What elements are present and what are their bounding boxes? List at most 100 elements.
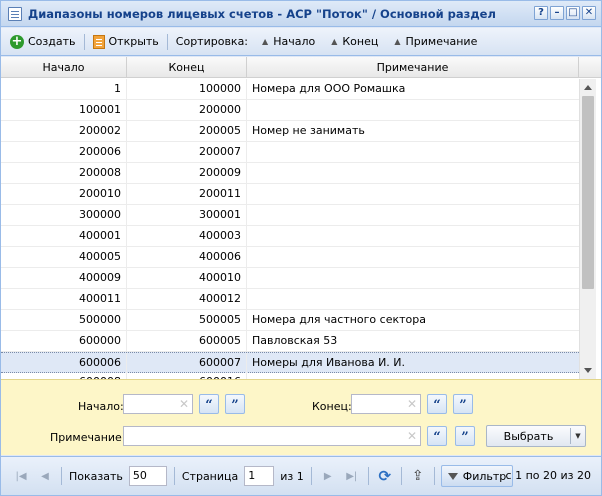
cell-start: 400001 — [1, 226, 127, 246]
cell-start: 400011 — [1, 289, 127, 309]
refresh-icon[interactable]: ⟳ — [377, 467, 393, 485]
select-button[interactable]: Выбрать ▼ — [486, 425, 586, 447]
cell-note — [247, 372, 579, 379]
column-header-start[interactable]: Начало — [1, 57, 127, 78]
last-page-icon[interactable]: ▶| — [344, 468, 360, 484]
sort-label: Сортировка: — [172, 31, 252, 53]
filter-start-input[interactable]: ✕ — [123, 394, 193, 414]
cell-start: 200010 — [1, 184, 127, 204]
export-icon[interactable]: ⇪ — [410, 468, 426, 484]
cell-end: 400003 — [127, 226, 247, 246]
sort-note-label: Примечание — [405, 35, 478, 48]
cell-end: 500005 — [127, 310, 247, 330]
vertical-scrollbar[interactable] — [579, 79, 596, 379]
clear-icon[interactable]: ✕ — [407, 398, 417, 410]
filter-toggle-label: Фильтр — [462, 469, 507, 483]
cell-note — [247, 142, 579, 162]
cell-end: 200005 — [127, 121, 247, 141]
filter-start-label: Начало: — [78, 400, 124, 413]
window: Диапазоны номеров лицевых счетов - АСР "… — [0, 0, 602, 496]
quote-close-button[interactable]: ” — [453, 394, 473, 414]
cell-note — [247, 163, 579, 183]
open-button[interactable]: Открыть — [89, 31, 163, 53]
next-page-icon[interactable]: ▶ — [320, 468, 336, 484]
select-label: Выбрать — [503, 429, 554, 443]
table-row[interactable]: 300000 300001 — [1, 205, 579, 226]
quote-close-button[interactable]: ” — [455, 426, 475, 446]
filter-note-input[interactable]: ✕ — [123, 426, 421, 446]
table-row[interactable]: 200006 200007 — [1, 142, 579, 163]
first-page-icon[interactable]: |◀ — [13, 468, 29, 484]
cell-note: Номер не занимать — [252, 124, 365, 137]
filter-end-label: Конец: — [312, 400, 352, 413]
table-row[interactable]: 400001 400003 — [1, 226, 579, 247]
table-row[interactable]: 600006 600007 Номеры для Иванова И. И. — [1, 352, 579, 373]
cell-end: 200011 — [127, 184, 247, 204]
table-row[interactable]: 200010 200011 — [1, 184, 579, 205]
page-count: из 1 — [280, 469, 304, 483]
cell-note: Номера для частного сектора — [252, 313, 426, 326]
clear-icon[interactable]: ✕ — [407, 430, 417, 442]
prev-page-icon[interactable]: ◀ — [37, 468, 53, 484]
scroll-up-icon[interactable] — [584, 85, 592, 90]
sort-label-text: Сортировка: — [175, 35, 249, 48]
create-label: Создать — [28, 35, 76, 48]
cell-end: 400012 — [127, 289, 247, 309]
grid-body: 1 100000 Номера для ООО Ромашка 100001 20000… — [1, 79, 579, 379]
quote-close-button[interactable]: ” — [225, 394, 245, 414]
table-row[interactable]: 400011 400012 — [1, 289, 579, 310]
cell-note — [247, 226, 579, 246]
pager-separator — [61, 467, 62, 485]
cell-start: 600000 — [1, 331, 127, 351]
cell-start: 400005 — [1, 247, 127, 267]
help-button[interactable]: ? — [534, 6, 548, 20]
show-label: Показать — [69, 469, 123, 483]
quote-open-button[interactable]: “ — [199, 394, 219, 414]
table-row[interactable]: 500000 500005 Номера для частного сектора — [1, 310, 579, 331]
filter-end-input[interactable]: ✕ — [351, 394, 421, 414]
table-row[interactable]: 1 100000 Номера для ООО Ромашка — [1, 79, 579, 100]
pager-separator — [433, 467, 435, 485]
filter-toggle-button[interactable]: Фильтр — [440, 465, 514, 487]
table-row[interactable]: 600000 600005 Павловская 53 — [1, 331, 579, 352]
table-row[interactable]: 200002 200005 Номер не занимать — [1, 121, 579, 142]
sort-by-start-button[interactable]: ▲ Начало — [258, 31, 319, 53]
table-row[interactable]: 100001 200000 — [1, 100, 579, 121]
table-row[interactable]: 600008600016 — [1, 372, 579, 379]
minimize-button[interactable]: – — [550, 6, 564, 20]
quote-open-button[interactable]: “ — [427, 394, 447, 414]
paging-summary: с 1 по 20 из 20 — [505, 469, 591, 482]
sort-by-note-button[interactable]: ▲ Примечание — [390, 31, 481, 53]
quote-open-button[interactable]: “ — [427, 426, 447, 446]
close-button[interactable]: ✕ — [582, 6, 596, 20]
page-size-input[interactable]: 50 — [128, 466, 167, 486]
cell-note — [247, 100, 579, 120]
sort-start-label: Начало — [273, 35, 316, 48]
clear-icon[interactable]: ✕ — [179, 398, 189, 410]
table-row[interactable]: 400005 400006 — [1, 247, 579, 268]
chevron-down-icon[interactable]: ▼ — [571, 432, 585, 440]
open-label: Открыть — [108, 35, 159, 48]
page-number-input[interactable]: 1 — [244, 466, 275, 486]
toolbar: + Создать Открыть Сортировка: ▲ Начало ▲… — [1, 28, 601, 56]
cell-end: 400010 — [127, 268, 247, 288]
cell-end: 600016 — [127, 372, 247, 379]
cell-start: 200008 — [1, 163, 127, 183]
add-icon: + — [10, 33, 24, 49]
cell-start: 1 — [1, 79, 127, 99]
column-header-note[interactable]: Примечание — [247, 57, 579, 78]
cell-start: 200002 — [1, 121, 127, 141]
sort-by-end-button[interactable]: ▲ Конец — [327, 31, 382, 53]
table-row[interactable]: 400009 400010 — [1, 268, 579, 289]
create-button[interactable]: + Создать — [6, 31, 80, 53]
cell-end: 600005 — [127, 331, 247, 351]
table-row[interactable]: 200008 200009 — [1, 163, 579, 184]
cell-note — [247, 247, 579, 267]
paging-toolbar: |◀ ◀ Показать 50 Страница 1 из 1 ▶ ▶| ⟳ … — [1, 456, 601, 495]
scroll-down-icon[interactable] — [584, 368, 592, 373]
maximize-button[interactable]: □ — [566, 6, 580, 20]
column-header-end[interactable]: Конец — [127, 57, 247, 78]
pager-separator — [173, 467, 175, 485]
cell-note: Номеры для Иванова И. И. — [252, 356, 406, 369]
scroll-thumb[interactable] — [582, 96, 594, 289]
